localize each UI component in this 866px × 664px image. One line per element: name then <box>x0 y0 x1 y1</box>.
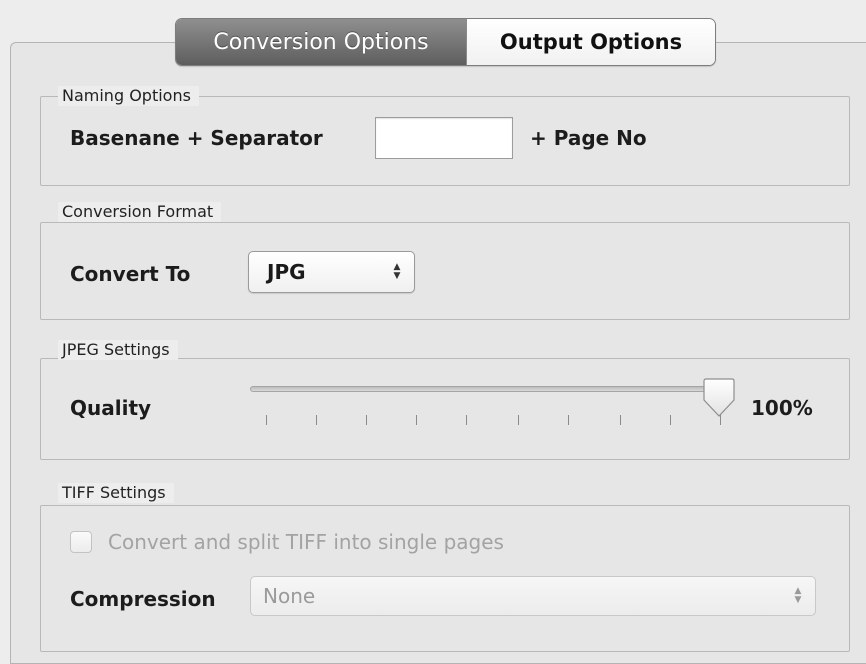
slider-tick <box>266 415 267 425</box>
compression-label: Compression <box>70 587 216 611</box>
jpeg-settings-title: JPEG Settings <box>58 340 178 360</box>
slider-tick <box>366 415 367 425</box>
tab-bar: Conversion Options Output Options <box>175 18 716 66</box>
tab-conversion-options[interactable]: Conversion Options <box>176 19 466 65</box>
split-tiff-checkbox[interactable] <box>70 531 92 553</box>
slider-tick <box>466 415 467 425</box>
quality-value-text: 100% <box>751 396 813 420</box>
slider-tick <box>670 415 671 425</box>
select-arrows-icon: ▲ ▼ <box>794 586 802 605</box>
tiff-settings-title: TIFF Settings <box>58 483 174 503</box>
separator-input[interactable] <box>375 117 513 159</box>
conversion-format-title: Conversion Format <box>58 202 222 222</box>
compression-select[interactable]: None ▲ ▼ <box>250 576 816 616</box>
split-tiff-label: Convert and split TIFF into single pages <box>108 530 504 554</box>
tab-output-options[interactable]: Output Options <box>466 19 715 65</box>
convert-to-label: Convert To <box>70 262 191 286</box>
slider-tick <box>620 415 621 425</box>
quality-slider-thumb[interactable] <box>700 378 738 420</box>
slider-tick <box>316 415 317 425</box>
compression-value: None <box>263 584 316 608</box>
quality-slider-track[interactable] <box>250 386 720 392</box>
slider-tick <box>416 415 417 425</box>
slider-tick <box>518 415 519 425</box>
basename-separator-label: Basenane + Separator <box>70 126 323 150</box>
select-arrows-icon: ▲ ▼ <box>393 262 401 281</box>
naming-options-title: Naming Options <box>58 86 199 106</box>
page-no-label: + Page No <box>530 126 647 150</box>
convert-to-select[interactable]: JPG ▲ ▼ <box>248 251 415 293</box>
convert-to-value: JPG <box>267 260 306 284</box>
quality-label: Quality <box>70 396 152 420</box>
slider-tick <box>568 415 569 425</box>
